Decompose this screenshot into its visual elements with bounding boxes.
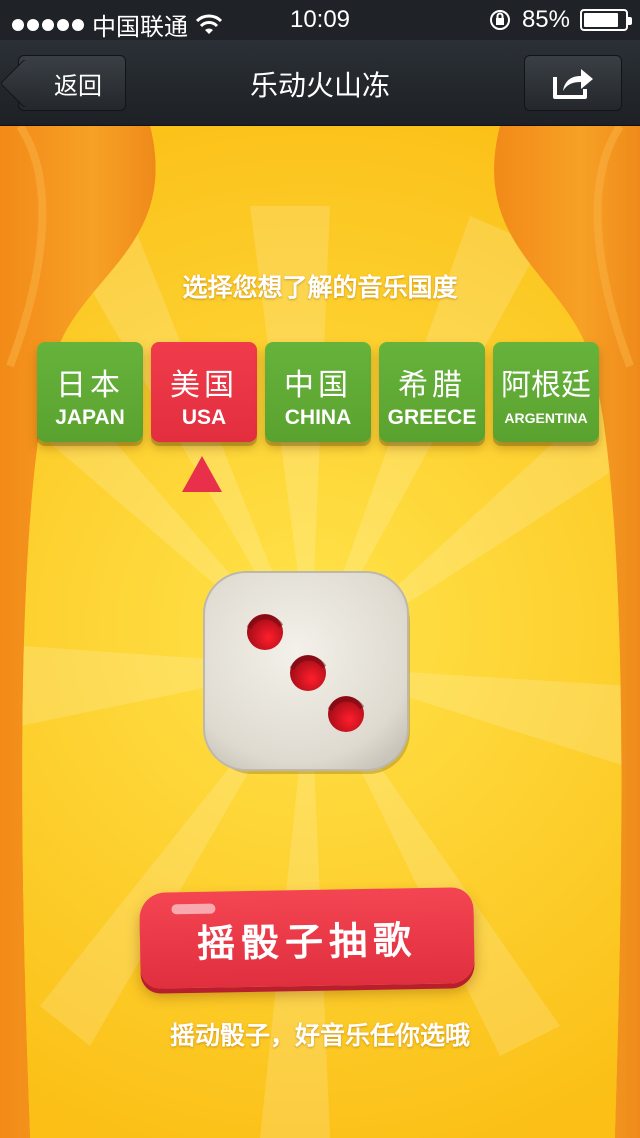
- country-button-japan[interactable]: 日本 JAPAN: [37, 342, 143, 442]
- share-button[interactable]: [524, 55, 622, 111]
- country-en-label: ARGENTINA: [504, 410, 588, 426]
- rotation-lock-icon: [489, 10, 510, 30]
- country-button-argentina[interactable]: 阿根廷 ARGENTINA: [493, 342, 599, 442]
- country-cn-label: 中国: [284, 368, 352, 403]
- shake-dice-button[interactable]: 摇骰子抽歌: [139, 887, 475, 989]
- dice-icon[interactable]: [202, 570, 412, 776]
- country-button-greece[interactable]: 希腊 GREECE: [379, 342, 485, 442]
- country-cn-label: 阿根廷: [501, 368, 591, 403]
- country-en-label: USA: [181, 406, 227, 429]
- country-cn-label: 美国: [170, 368, 238, 403]
- country-prompt: 选择您想了解的音乐国度: [182, 273, 458, 302]
- country-button-china[interactable]: 中国 CHINA: [265, 342, 371, 442]
- stage: 选择您想了解的音乐国度 日本 JAPAN 美国 USA 中国 CHINA 希腊 …: [0, 126, 640, 1138]
- battery-level: [584, 13, 618, 27]
- share-icon: [553, 69, 593, 99]
- country-en-label: CHINA: [284, 406, 352, 429]
- selection-indicator-icon: [182, 456, 222, 492]
- navigation-bar: 返回 乐动火山冻: [0, 40, 640, 126]
- country-cn-label: 日本: [56, 368, 124, 403]
- status-bar: 中国联通 10:09 85%: [0, 0, 640, 41]
- status-right: 85%: [488, 6, 632, 34]
- country-cn-label: 希腊: [398, 368, 466, 403]
- country-en-label: GREECE: [387, 406, 477, 429]
- battery-icon: [580, 9, 632, 31]
- country-button-usa[interactable]: 美国 USA: [151, 342, 257, 442]
- shake-dice-button-label: 摇骰子抽歌: [196, 917, 418, 966]
- country-en-label: JAPAN: [55, 406, 125, 429]
- back-button-label: 返回: [54, 71, 102, 100]
- tagline-text: 摇动骰子，好音乐任你选哦: [169, 1021, 470, 1050]
- battery-percent: 85%: [521, 6, 570, 33]
